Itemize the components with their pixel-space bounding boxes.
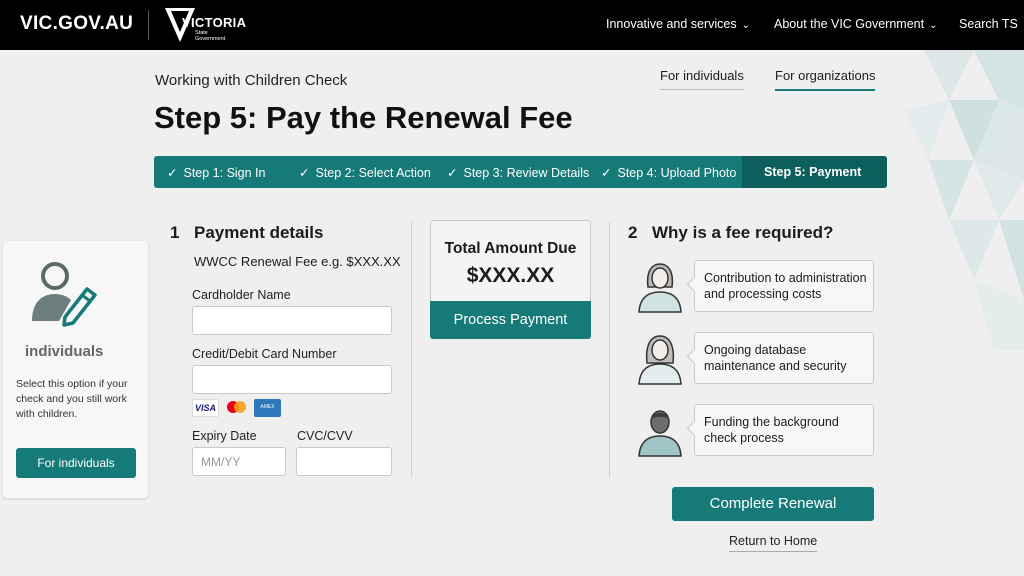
person-avatar-icon [638,263,682,313]
victoria-logo-subtitle: State Government [195,30,226,42]
why-section-title: Why is a fee required? [652,223,834,242]
step-upload-photo[interactable]: ✓ Step 4: Upload Photo [601,165,736,180]
cvc-field[interactable] [296,447,392,476]
process-payment-button[interactable]: Process Payment [430,301,591,339]
person-avatar-icon [638,335,682,385]
for-individuals-button[interactable]: For individuals [16,448,136,478]
total-amount-box: Total Amount Due $XXX.XX Process Payment [430,220,591,339]
cardholder-name-label: Cardholder Name [192,288,291,302]
tab-for-organizations[interactable]: For organizations [775,68,876,91]
progress-stepper: ✓ Step 1: Sign In ✓ Step 2: Select Action … [154,156,887,188]
complete-renewal-button[interactable]: Complete Renewal [672,487,874,521]
victoria-logo-word: VICTORIA [182,15,247,30]
chevron-down-icon: ⌄ [929,20,938,31]
cvc-label: CVC/CVV [297,429,353,443]
individuals-card: individuals Select this option if your c… [3,241,148,498]
page-eyebrow: Working with Children Check [155,72,348,89]
step-select-action[interactable]: ✓ Step 2: Select Action [299,165,431,180]
check-icon: ✓ [447,166,458,180]
reason-card: Funding the background check process [694,404,874,456]
return-to-home-link[interactable]: Return to Home [729,534,818,552]
expiry-date-field[interactable]: MM/YY [192,447,286,476]
nav-innovative-services[interactable]: Innovative and services ⌄ [606,17,750,31]
tab-for-individuals[interactable]: For individuals [660,68,744,90]
nav-about-vic-government[interactable]: About the VIC Government ⌄ [774,17,937,31]
chevron-down-icon: ⌄ [741,20,751,31]
check-icon: ✓ [601,166,612,180]
card-number-field[interactable] [192,365,392,394]
fee-line: WWCC Renewal Fee e.g. $XXX.XX [194,254,401,269]
step-sign-in[interactable]: ✓ Step 1: Sign In [167,165,266,180]
column-divider [411,222,412,477]
visa-logo-icon: VISA [192,399,219,417]
nav-search[interactable]: Search TS [959,17,1018,31]
reason-card: Ongoing database maintenance and securit… [694,332,874,384]
reason-card: Contribution to administration and proce… [694,260,874,312]
person-avatar-icon [638,410,682,457]
individuals-card-description: Select this option if your check and you… [16,378,128,420]
column-divider [609,222,610,477]
check-icon: ✓ [167,166,178,180]
background-triangles-decoration [904,50,1024,350]
mastercard-logo-icon [227,401,246,413]
top-bar: VIC.GOV.AU VICTORIA State Government Inno… [0,0,1024,50]
individuals-card-title: individuals [25,343,104,360]
check-icon: ✓ [299,166,310,180]
victoria-logo[interactable]: VICTORIA State Government [163,6,246,44]
payment-section-title: Payment details [194,223,324,242]
total-amount-label: Total Amount Due [444,240,577,257]
step-review-details[interactable]: ✓ Step 3: Review Details [447,165,589,180]
expiry-date-label: Expiry Date [192,429,257,443]
why-section-number: 2 [628,223,638,242]
person-edit-icon [32,262,97,327]
logo-divider [148,10,149,40]
site-logo[interactable]: VIC.GOV.AU [20,13,133,35]
card-number-label: Credit/Debit Card Number [192,347,337,361]
total-amount-value: $XXX.XX [466,264,555,287]
step-payment: Step 5: Payment [764,165,862,179]
payment-section-number: 1 [170,223,180,242]
page-title: Step 5: Pay the Renewal Fee [154,100,573,135]
cardholder-name-field[interactable] [192,306,392,335]
amex-logo-icon: AMEX [254,399,281,417]
